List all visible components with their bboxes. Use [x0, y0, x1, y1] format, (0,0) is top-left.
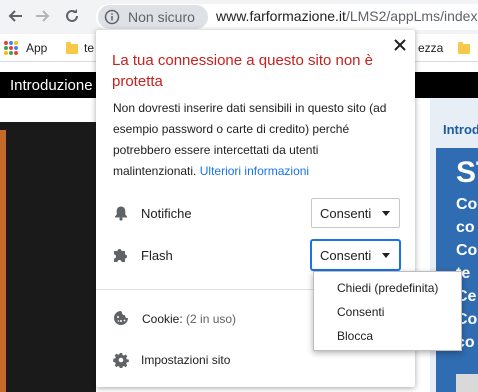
cookie-label: Cookie:	[142, 312, 183, 326]
security-chip-label: Non sicuro	[128, 9, 195, 25]
security-indicator-button[interactable]: Non sicuro	[98, 5, 208, 29]
page-left-strip	[0, 98, 96, 122]
page-banner-line: Co	[456, 242, 478, 259]
chevron-down-icon	[382, 253, 390, 258]
bell-icon	[112, 204, 130, 222]
info-icon	[104, 9, 120, 25]
page-banner-heading: ST	[456, 156, 478, 189]
page-left-panel	[0, 98, 96, 392]
back-button[interactable]	[6, 6, 26, 26]
url-host: www.farformazione.it	[216, 8, 346, 24]
page-banner-line: co	[456, 219, 475, 236]
close-button[interactable]	[391, 36, 409, 54]
page-header-title: Introduzione	[10, 77, 93, 94]
notifications-select-value: Consenti	[320, 205, 372, 221]
bookmark-folder[interactable]: ezza	[418, 41, 443, 55]
close-icon	[394, 39, 406, 51]
menu-option-block[interactable]: Blocca	[337, 329, 373, 343]
chevron-down-icon	[382, 211, 390, 216]
site-settings-link[interactable]: Impostazioni sito	[141, 353, 230, 367]
puzzle-icon	[111, 246, 129, 264]
gear-icon	[112, 351, 130, 369]
cookie-icon	[112, 309, 130, 327]
folder-icon	[458, 42, 470, 54]
menu-option-ask[interactable]: Chiedi (predefinita)	[337, 281, 438, 295]
url-path: /LMS2/appLms/index	[345, 8, 478, 24]
reload-button[interactable]	[62, 6, 82, 26]
learn-more-link[interactable]: Ulteriori informazioni	[200, 164, 309, 178]
popup-title: La tua connessione a questo sito non è p…	[112, 52, 374, 90]
cookie-row[interactable]: Cookie: (2 in uso)	[142, 312, 236, 326]
back-arrow-icon	[8, 10, 22, 22]
permission-label-flash: Flash	[141, 248, 173, 263]
popup-description: Non dovresti inserire dati sensibili in …	[113, 98, 403, 182]
url-text[interactable]: www.farformazione.it/LMS2/appLms/index	[216, 8, 477, 24]
page-banner-line: Co	[456, 196, 478, 213]
permission-label-notifications: Notifiche	[141, 206, 192, 221]
page-accent-stripe	[0, 130, 6, 392]
cookie-count: (2 in uso)	[186, 312, 237, 326]
reload-icon	[66, 9, 78, 22]
page-button[interactable]	[456, 374, 478, 392]
notifications-select[interactable]: Consenti	[311, 198, 400, 228]
folder-icon	[66, 42, 78, 54]
menu-option-allow[interactable]: Consenti	[337, 305, 384, 319]
forward-arrow-icon	[36, 10, 50, 22]
forward-button[interactable]	[32, 6, 52, 26]
bookmark-apps[interactable]: App	[26, 41, 47, 55]
flash-select-value: Consenti	[320, 247, 372, 263]
flash-select[interactable]: Consenti	[311, 240, 400, 270]
bookmark-folder[interactable]: te	[84, 41, 94, 55]
page-right-title[interactable]: Introd	[443, 122, 478, 137]
apps-grid-icon[interactable]	[4, 41, 18, 55]
